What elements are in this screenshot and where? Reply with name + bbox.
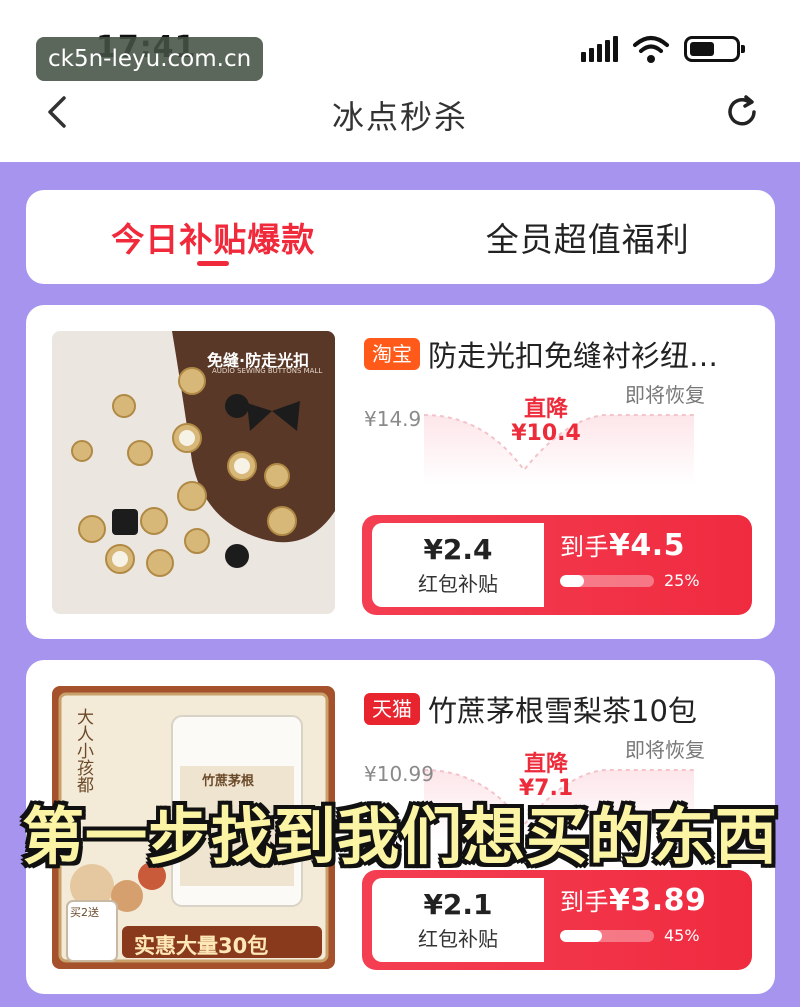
video-caption: 第一步找到我们想买的东西 (21, 800, 778, 873)
final-price: 到手¥3.89 (560, 882, 742, 918)
restore-label: 即将恢复 (625, 383, 705, 407)
refresh-icon[interactable] (722, 92, 762, 132)
buy-button[interactable]: ¥2.4 红包补贴 到手¥4.5 25% (362, 515, 752, 615)
price-drop-label: 直降 (523, 397, 568, 422)
final-price-prefix: 到手 (560, 888, 609, 916)
watermark: ck5n-leyu.com.cn (36, 37, 264, 81)
progress-fill (560, 929, 603, 942)
progress-bar (560, 929, 654, 942)
platform-badge: 淘宝 (364, 338, 420, 370)
product-image[interactable]: 免缝·防走光扣 AUDIO SEWING BUTTONS MALL (52, 331, 335, 614)
battery-icon (684, 36, 745, 62)
sales-progress: 45% (560, 926, 742, 945)
final-price-box: 到手¥4.5 25% (560, 527, 742, 590)
product-image-text: 实惠大量30包 (134, 934, 269, 958)
wifi-icon (633, 36, 669, 63)
product-title: 竹蔗茅根雪梨茶10包 (428, 694, 697, 728)
progress-text: 45% (664, 926, 700, 945)
product-image-gift-text: 买2送 (70, 906, 99, 919)
progress-text: 25% (664, 571, 700, 590)
page-title: 冰点秒杀 (331, 98, 468, 136)
product-image-side-text: 大人小孩都 (73, 708, 93, 793)
product-title: 防走光扣免缝衬衫纽… (428, 339, 719, 373)
progress-fill (560, 574, 584, 587)
final-price: 到手¥4.5 (560, 527, 742, 563)
status-icons (581, 34, 745, 64)
final-price-box: 到手¥3.89 45% (560, 882, 742, 945)
price-drop-label: 直降 (523, 752, 568, 777)
subsidy-amount: ¥2.1 (423, 888, 493, 921)
subsidy-box: ¥2.1 红包补贴 (372, 878, 544, 962)
subsidy-box: ¥2.4 红包补贴 (372, 523, 544, 607)
product-title-row: 天猫 竹蔗茅根雪梨茶10包 (364, 688, 764, 730)
top-bar: 17:41 ck5n-leyu.com.cn 冰点秒杀 (0, 0, 800, 162)
tab-daily-subsidy[interactable]: 今日补贴爆款 (26, 190, 401, 284)
tab-bar: 今日补贴爆款 全员超值福利 (26, 190, 775, 284)
sales-progress: 25% (560, 571, 742, 590)
buy-button[interactable]: ¥2.1 红包补贴 到手¥3.89 45% (362, 870, 752, 970)
product-title-row: 淘宝 防走光扣免缝衬衫纽… (364, 333, 764, 375)
original-price: ¥10.99 (364, 762, 434, 786)
progress-bar (560, 574, 654, 587)
subsidy-amount: ¥2.4 (423, 533, 493, 566)
subsidy-label: 红包补贴 (418, 927, 498, 951)
price-drop-amount: ¥10.4 (511, 421, 581, 446)
final-price-prefix: 到手 (560, 533, 609, 561)
product-image-subtext: AUDIO SEWING BUTTONS MALL (212, 367, 323, 375)
product-card[interactable]: 免缝·防走光扣 AUDIO SEWING BUTTONS MALL 淘宝 防走光… (26, 305, 775, 639)
signal-icon (581, 36, 618, 62)
original-price: ¥14.9 (364, 407, 422, 431)
tab-member-benefits[interactable]: 全员超值福利 (401, 190, 776, 284)
restore-label: 即将恢复 (625, 738, 705, 762)
platform-badge: 天猫 (364, 693, 420, 725)
final-price-value: ¥3.89 (609, 883, 707, 918)
subsidy-label: 红包补贴 (418, 572, 498, 596)
final-price-value: ¥4.5 (609, 528, 686, 563)
